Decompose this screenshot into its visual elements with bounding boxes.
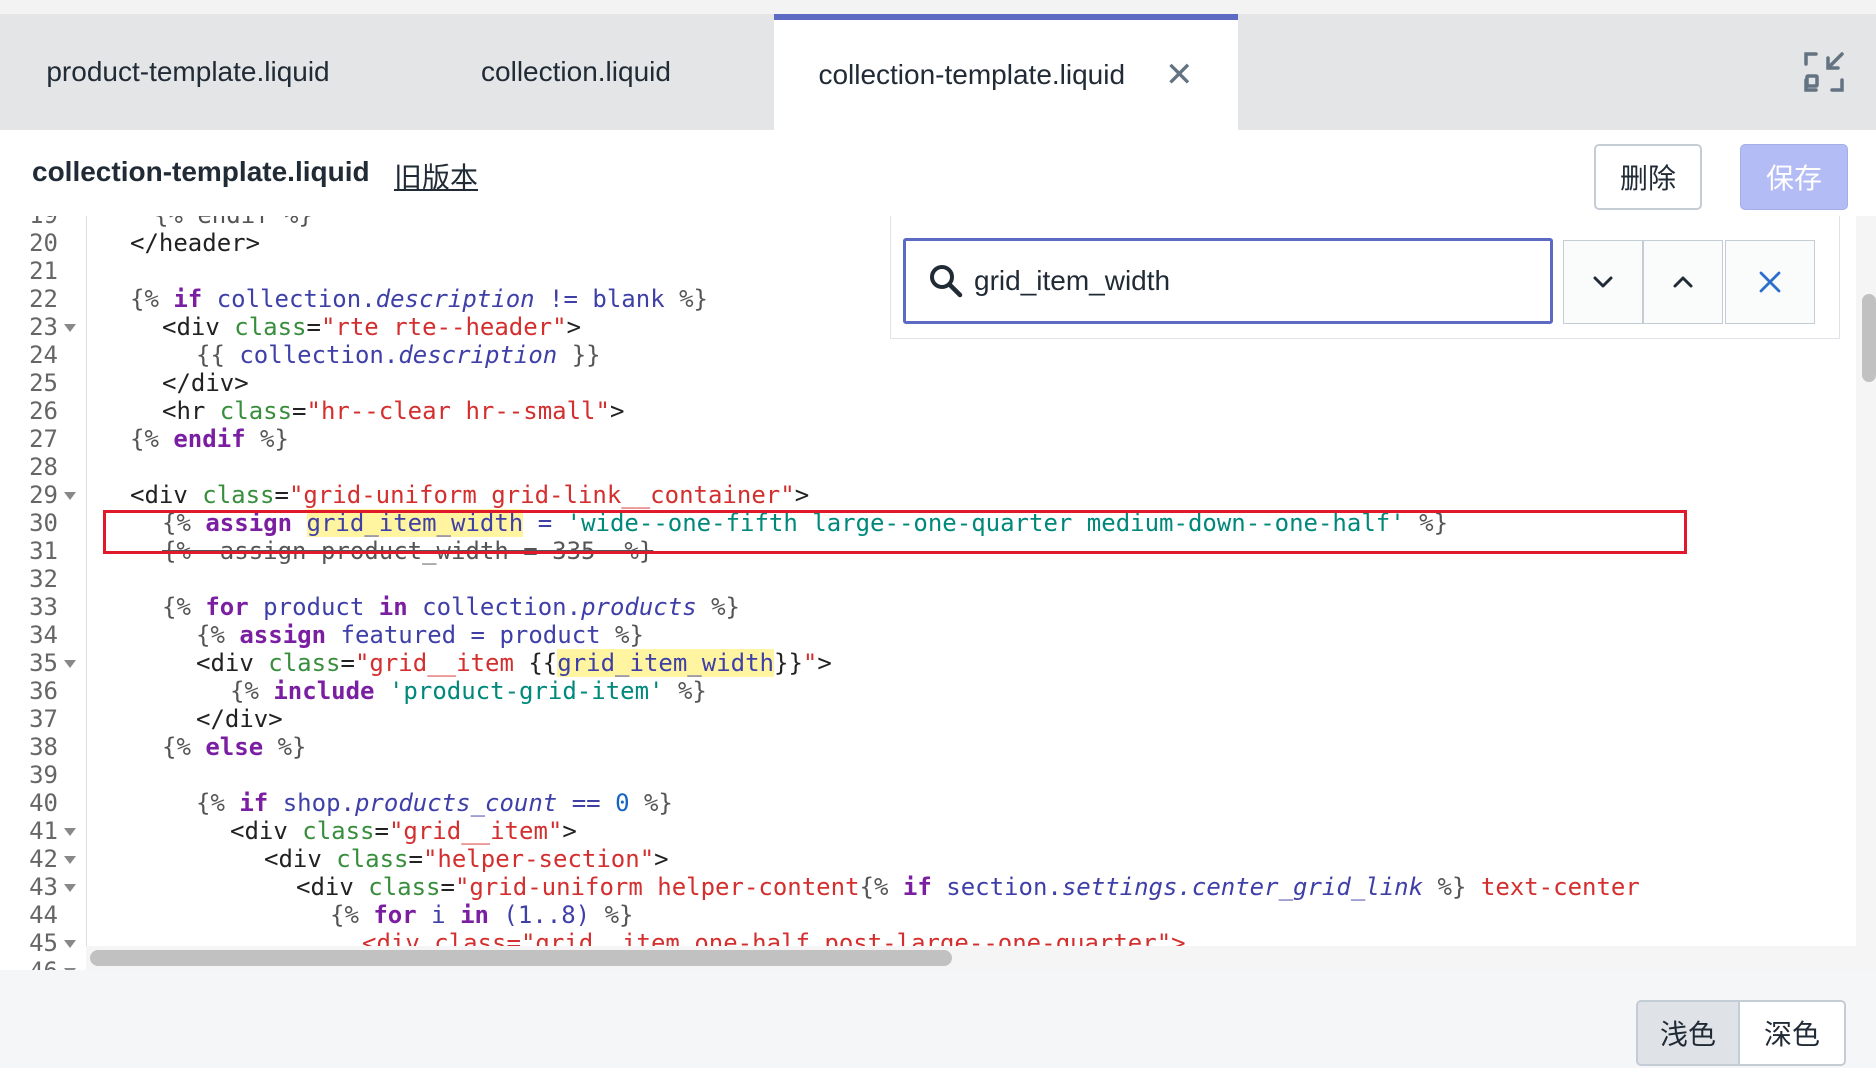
tab-product-template[interactable]: product-template.liquid <box>0 14 376 130</box>
horizontal-scrollbar-thumb[interactable] <box>90 950 952 966</box>
tab-label: collection-template.liquid <box>818 59 1126 90</box>
file-title: collection-template.liquid <box>32 156 370 187</box>
search-icon <box>930 265 963 298</box>
code-line: 29 <div class="grid-uniform grid-link__co… <box>29 481 810 509</box>
annotation-highlight-box <box>103 510 1687 554</box>
code-line: 27 {% endif %} <box>29 425 289 453</box>
code-line: 24{{ collection.description }} <box>29 341 601 369</box>
code-line: 42 <div class="helper-section"> <box>29 845 669 873</box>
search-match-highlight: grid_item_width <box>557 649 774 677</box>
editor-footer <box>0 970 1876 1068</box>
fold-arrow-icon[interactable] <box>64 856 76 864</box>
code-line: 37 </div> <box>29 705 283 733</box>
code-line: 43 <div class="grid-uniform helper-conten… <box>29 873 1640 901</box>
vertical-scrollbar-thumb[interactable] <box>1862 294 1876 382</box>
fold-arrow-icon[interactable] <box>64 884 76 892</box>
tab-collection[interactable]: collection.liquid <box>376 14 776 130</box>
tab-collection-template[interactable]: collection-template.liquid ✕ <box>774 14 1238 130</box>
light-theme-button[interactable]: 浅色 <box>1636 1000 1740 1066</box>
fold-arrow-icon[interactable] <box>64 492 76 500</box>
dark-theme-button[interactable]: 深色 <box>1738 1000 1846 1066</box>
search-box[interactable] <box>903 238 1553 324</box>
code-line: 38 {% else %} <box>29 733 307 761</box>
collapse-icon[interactable] <box>1802 50 1846 94</box>
save-button[interactable]: 保存 <box>1740 144 1848 210</box>
code-line: 41 <div class="grid__item"> <box>29 817 577 845</box>
fold-arrow-icon[interactable] <box>64 940 76 948</box>
code-line: 44 {% for i in (1..8) %} <box>29 901 634 929</box>
chevron-up-icon <box>1673 276 1693 288</box>
editor-header: collection-template.liquid 旧版本 删除 保存 <box>0 130 1876 217</box>
previous-match-button[interactable] <box>1643 240 1723 324</box>
code-line: 28 <box>29 453 58 481</box>
code-line: 39 <box>29 761 58 789</box>
delete-button[interactable]: 删除 <box>1594 144 1702 210</box>
tab-bar: product-template.liquid collection.liqui… <box>0 0 1876 130</box>
fold-arrow-icon[interactable] <box>64 324 76 332</box>
code-line: 36 {% include 'product-grid-item' %} <box>29 677 707 705</box>
code-line: 40 {% if shop.products_count == 0 %} <box>29 789 673 817</box>
close-search-button[interactable] <box>1725 240 1815 324</box>
search-input[interactable] <box>972 255 1536 307</box>
code-line: 25 </div> <box>29 369 249 397</box>
fold-arrow-icon[interactable] <box>64 828 76 836</box>
search-panel <box>890 216 1840 339</box>
chevron-down-icon <box>1593 276 1613 288</box>
code-line: 33 {% for product in collection.products … <box>29 593 741 621</box>
tab-label: collection.liquid <box>481 56 671 87</box>
old-version-link[interactable]: 旧版本 <box>394 156 478 196</box>
close-icon[interactable]: ✕ <box>1165 58 1194 92</box>
tab-label: product-template.liquid <box>46 56 330 87</box>
tab-bar-top-strip <box>0 0 1876 14</box>
code-line: 32 <box>29 565 58 593</box>
code-line: 35 <div class="grid__item {{grid_item_wid… <box>29 649 832 677</box>
fold-arrow-icon[interactable] <box>64 660 76 668</box>
code-line: 34 {% assign featured = product %} <box>29 621 644 649</box>
next-match-button[interactable] <box>1563 240 1643 324</box>
close-search-icon <box>1759 271 1781 293</box>
code-line: 26 <hr class="hr--clear hr--small"> <box>29 397 625 425</box>
